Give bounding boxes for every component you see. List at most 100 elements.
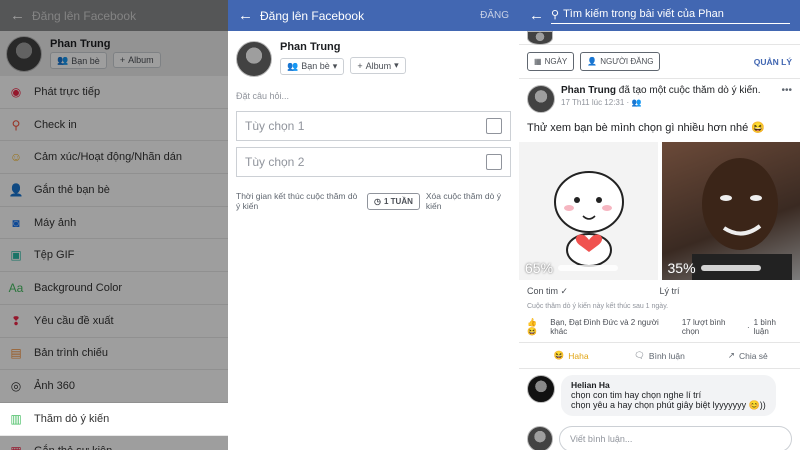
friends-icon: 👥: [631, 98, 642, 107]
choice-2-label: Lý trí: [659, 286, 680, 296]
compose-option-label: Thăm dò ý kiến: [34, 412, 110, 425]
compose-option[interactable]: ☺ Cảm xúc/Hoạt động/Nhãn dán: [0, 141, 228, 175]
album-chip[interactable]: + Album: [112, 52, 161, 68]
search-icon: ⚲: [551, 8, 560, 21]
haha-button[interactable]: 😆 Haha: [527, 350, 615, 361]
compose-option[interactable]: ▤ Bản trình chiếu: [0, 338, 228, 371]
compose-option[interactable]: ▦ Gắn thẻ sự kiện: [0, 436, 228, 450]
percent-bar: [558, 265, 619, 271]
poll-option-2-input[interactable]: Tùy chọn 2: [236, 147, 511, 177]
compose-option-label: Yêu cầu đề xuất: [34, 314, 114, 327]
calendar-icon: ▦: [534, 57, 542, 66]
search-input[interactable]: ⚲ Tìm kiếm trong bài viết của Phan: [551, 8, 790, 24]
live-video-icon: ◉: [10, 84, 22, 99]
option-2-placeholder: Tùy chọn 2: [245, 155, 305, 169]
poll-images: 65% 35%: [519, 142, 800, 280]
compose-option[interactable]: ▥ Thăm dò ý kiến: [0, 402, 228, 436]
back-arrow-icon[interactable]: ←: [238, 7, 260, 24]
add-image-icon[interactable]: [486, 118, 502, 134]
compose-option-label: Check in: [34, 118, 77, 131]
comment-count[interactable]: 1 bình luận: [754, 318, 792, 336]
compose-option-label: Phát trực tiếp: [34, 85, 101, 98]
compose-option[interactable]: ▣ Tệp GIF: [0, 239, 228, 273]
vote-count[interactable]: 17 lượt bình chọn: [682, 318, 743, 336]
share-label: Chia sẻ: [738, 350, 768, 361]
back-arrow-icon[interactable]: ←: [529, 7, 551, 24]
duration-label: 1 TUẦN: [383, 196, 413, 206]
audience-chip[interactable]: 👥 Bạn bè: [50, 52, 107, 69]
remove-poll-link[interactable]: Xóa cuộc thăm dò ý kiến: [426, 191, 506, 211]
commenter-name[interactable]: Helian Ha: [571, 380, 766, 390]
user-name: Phan Trung: [280, 41, 341, 53]
compose-option[interactable]: Aa Background Color: [0, 272, 228, 305]
avatar: [6, 35, 42, 72]
post-text: Thử xem bạn bè mình chọn gì nhiều hơn nh…: [527, 122, 766, 134]
album-label: Album: [128, 55, 154, 65]
filter-day-label: NGÀY: [544, 57, 568, 66]
plus-icon: +: [119, 55, 126, 65]
compose-user-row: Phan Trung 👥 Bạn bè ▾ + Album ▾: [228, 31, 519, 87]
timeline-post-panel: ← ⚲ Tìm kiếm trong bài viết của Phan ▦ NGÀ…: [519, 0, 800, 450]
avatar[interactable]: [527, 85, 555, 113]
compose-option[interactable]: ❢ Yêu cầu đề xuất: [0, 305, 228, 338]
compose-option[interactable]: ◎ Ảnh 360: [0, 370, 228, 403]
poll-compose-panel: ← Đăng lên Facebook ĐĂNG Phan Trung 👥 Bạn…: [228, 0, 519, 450]
photo-360-icon: ◎: [10, 379, 22, 394]
filter-day-button[interactable]: ▦ NGÀY: [527, 52, 575, 71]
compose-user-row: Phan Trung 👥 Bạn bè + Album: [0, 31, 228, 76]
compose-option[interactable]: 👤 Gắn thẻ bạn bè: [0, 174, 228, 207]
percent-label: 35%: [667, 260, 696, 276]
comment-bubble: Helian Ha chọn con tim hay chọn nghe lí …: [561, 375, 776, 416]
compose-option-label: Bản trình chiếu: [34, 347, 108, 360]
share-icon: ↗: [727, 350, 735, 360]
previous-post-strip: [519, 31, 800, 45]
manage-button[interactable]: QUẢN LÝ: [754, 57, 792, 67]
compose-option[interactable]: ⚲ Check in: [0, 109, 228, 142]
post-time[interactable]: 17 Th11 lúc 12:31 ·: [561, 98, 629, 107]
compose-option[interactable]: ◉ Phát trực tiếp: [0, 76, 228, 109]
reactors[interactable]: Bạn, Đạt Đình Đức và 2 người khác: [550, 318, 674, 336]
background-color-icon: Aa: [8, 280, 24, 295]
poll-option-image-heart[interactable]: 65%: [519, 142, 658, 280]
compose-options-list: ◉ Phát trực tiếp ⚲ Check in ☺ Cảm xúc/Hoạt độ…: [0, 76, 228, 450]
comment-item: Helian Ha chọn con tim hay chọn nghe lí …: [519, 369, 800, 422]
poll-option-image-face[interactable]: 35%: [661, 142, 800, 280]
album-chip[interactable]: + Album ▾: [350, 57, 406, 74]
post-button[interactable]: ĐĂNG: [480, 10, 509, 21]
poll-choice-labels: Con tim ✓ Lý trí: [519, 280, 800, 303]
post-author[interactable]: Phan Trung: [561, 85, 616, 96]
add-image-icon[interactable]: [486, 154, 502, 170]
compose-option-label: Cảm xúc/Hoạt động/Nhãn dán: [34, 151, 182, 164]
share-button[interactable]: ↗ Chia sẻ: [704, 350, 792, 361]
compose-option[interactable]: ◙ Máy ảnh: [0, 207, 228, 240]
avatar: [527, 426, 553, 450]
recommendation-icon: ❢: [10, 313, 22, 328]
comment-label: Bình luận: [648, 350, 685, 361]
friends-icon: 👥: [57, 55, 69, 65]
comment-icon: 🗨: [634, 350, 645, 360]
tag-friends-icon: 👤: [8, 182, 24, 197]
back-arrow-icon[interactable]: ←: [10, 7, 32, 24]
post-header: Phan Trung đã tạo một cuộc thăm dò ý kiế…: [519, 79, 800, 119]
gif-icon: ▣: [10, 248, 22, 263]
compose-header: ← Đăng lên Facebook: [0, 0, 228, 31]
clock-icon: ◷: [374, 196, 381, 206]
poll-icon: ▥: [10, 411, 22, 426]
more-options-icon[interactable]: •••: [781, 85, 792, 113]
choice-1-label: Con tim: [527, 286, 559, 296]
audience-chip[interactable]: 👥 Bạn bè ▾: [280, 57, 345, 75]
comment-button[interactable]: 🗨 Bình luận: [615, 350, 703, 361]
compose-option-label: Ảnh 360: [34, 380, 75, 393]
question-input[interactable]: Đặt câu hỏi...: [228, 87, 519, 105]
poll-choice-1[interactable]: Con tim ✓: [527, 286, 660, 297]
write-comment-row: Viết bình luận...: [519, 422, 800, 450]
poll-option-1-input[interactable]: Tùy chọn 1: [236, 111, 511, 141]
filter-poster-button[interactable]: 👤 NGƯỜI ĐĂNG: [580, 52, 661, 71]
poll-choice-2[interactable]: Lý trí: [660, 286, 793, 297]
duration-button[interactable]: ◷ 1 TUẦN: [367, 192, 420, 210]
reaction-icons[interactable]: 👍😆: [527, 318, 546, 336]
poll-percent: 65%: [525, 260, 619, 276]
write-comment-input[interactable]: Viết bình luận...: [559, 426, 792, 450]
commenter-avatar[interactable]: [527, 375, 555, 403]
filter-poster-label: NGƯỜI ĐĂNG: [600, 57, 654, 66]
